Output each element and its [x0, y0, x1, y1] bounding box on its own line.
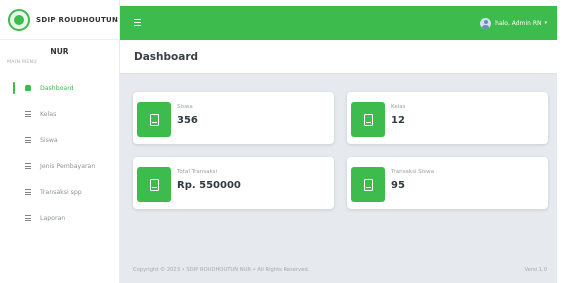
card-value: 356 — [177, 115, 198, 126]
sidebar-menu: Dashboard Kelas Siswa Jenis Pembayaran T… — [0, 75, 119, 231]
card-value: 12 — [391, 115, 405, 126]
sidebar-item-label: Siswa — [40, 136, 58, 144]
sidebar-item-siswa[interactable]: Siswa — [0, 127, 119, 153]
avatar — [480, 17, 492, 29]
card-label: Siswa — [177, 104, 193, 110]
hamburger-icon[interactable] — [134, 19, 141, 26]
document-icon — [149, 113, 159, 126]
footer-copyright: Copyright © 2023 • SDIP ROUDHOUTUN NUR •… — [133, 267, 310, 273]
sidebar-item-dashboard[interactable]: Dashboard — [0, 75, 119, 101]
list-icon — [25, 215, 31, 221]
list-icon — [25, 189, 31, 195]
home-icon — [25, 85, 31, 91]
user-menu[interactable]: halo, Admin RN ▾ — [480, 16, 547, 30]
document-icon — [149, 178, 159, 191]
card-icon-box — [137, 167, 171, 202]
card-label: Total Transaksi — [177, 169, 218, 175]
sidebar-item-label: Laporan — [40, 214, 66, 222]
card-label: Kelas — [391, 104, 406, 110]
list-icon — [25, 163, 31, 169]
stat-card-total-transaksi[interactable]: Total Transaksi Rp. 550000 — [133, 157, 334, 209]
list-icon — [25, 137, 31, 143]
sidebar-item-label: Transaksi spp — [40, 188, 82, 196]
card-value: Rp. 550000 — [177, 180, 241, 191]
chevron-down-icon: ▾ — [544, 20, 547, 26]
card-value: 95 — [391, 180, 405, 191]
brand-name: SDIP ROUDHOUTUN — [36, 15, 119, 24]
card-icon-box — [351, 102, 385, 137]
sidebar-item-laporan[interactable]: Laporan — [0, 205, 119, 231]
footer-version: Versi 1.0 — [524, 267, 547, 273]
sidebar-item-transaksi-spp[interactable]: Transaksi spp — [0, 179, 119, 205]
main-content: Dashboard Siswa 356 Kelas 12 Total Trans… — [120, 40, 557, 283]
stat-card-siswa[interactable]: Siswa 356 — [133, 92, 334, 144]
card-label: Transaksi Siswa — [391, 169, 434, 175]
top-navbar: halo, Admin RN ▾ — [120, 6, 557, 40]
sidebar-item-label: Kelas — [40, 110, 57, 118]
brand[interactable]: SDIP ROUDHOUTUN — [0, 0, 119, 40]
page-header: Dashboard — [120, 40, 557, 74]
card-icon-box — [137, 102, 171, 137]
menu-heading: MAIN MENU — [7, 60, 38, 65]
sidebar-item-label: Dashboard — [40, 84, 74, 92]
document-icon — [363, 178, 373, 191]
sidebar-item-label: Jenis Pembayaran — [40, 162, 96, 170]
stat-card-transaksi-siswa[interactable]: Transaksi Siswa 95 — [347, 157, 548, 209]
list-icon — [25, 111, 31, 117]
sidebar: SDIP ROUDHOUTUN NUR MAIN MENU Dashboard … — [0, 0, 120, 283]
sidebar-user-name: NUR — [50, 47, 69, 56]
stat-card-kelas[interactable]: Kelas 12 — [347, 92, 548, 144]
user-greeting: halo, Admin RN — [495, 19, 542, 27]
sidebar-item-jenis-pembayaran[interactable]: Jenis Pembayaran — [0, 153, 119, 179]
document-icon — [363, 113, 373, 126]
page-title: Dashboard — [134, 50, 199, 63]
school-logo-icon — [8, 8, 30, 31]
sidebar-item-kelas[interactable]: Kelas — [0, 101, 119, 127]
card-icon-box — [351, 167, 385, 202]
